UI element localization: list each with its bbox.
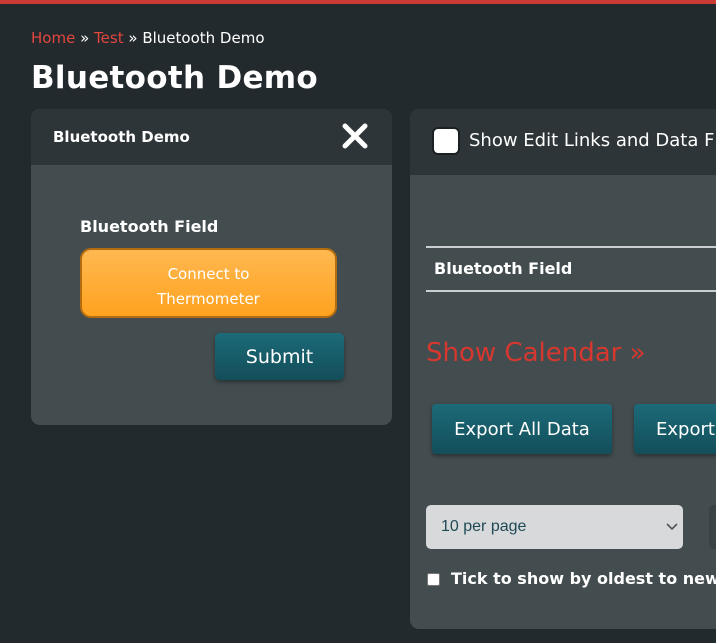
oldest-first-checkbox[interactable]	[427, 573, 440, 586]
breadcrumb-current: Bluetooth Demo	[142, 29, 265, 47]
bluetooth-field-label: Bluetooth Field	[80, 217, 219, 236]
partial-control[interactable]	[709, 505, 716, 549]
breadcrumb: Home » Test » Bluetooth Demo	[31, 29, 265, 47]
table-column-header: Bluetooth Field	[434, 259, 573, 278]
show-edit-links-label[interactable]: Show Edit Links and Data F	[469, 130, 714, 151]
table-header-top-border	[426, 246, 716, 248]
export-button[interactable]: Export	[634, 404, 716, 454]
close-icon[interactable]	[340, 121, 370, 151]
table-header-bottom-border	[426, 290, 716, 292]
page-title: Bluetooth Demo	[31, 60, 318, 96]
chevron-down-icon	[666, 523, 678, 531]
oldest-first-label[interactable]: Tick to show by oldest to newe	[451, 569, 716, 588]
bluetooth-form-panel: Bluetooth Demo Bluetooth Field Connect t…	[31, 109, 392, 425]
top-accent-bar	[0, 0, 716, 4]
form-panel-title: Bluetooth Demo	[53, 128, 190, 146]
show-edit-links-checkbox[interactable]	[432, 127, 460, 155]
breadcrumb-home-link[interactable]: Home	[31, 29, 75, 47]
data-panel-header: Show Edit Links and Data F	[410, 109, 716, 175]
breadcrumb-separator: »	[128, 29, 138, 47]
show-calendar-link[interactable]: Show Calendar »	[426, 338, 646, 368]
connect-button-line2: Thermometer	[157, 289, 260, 308]
breadcrumb-test-link[interactable]: Test	[94, 29, 124, 47]
connect-button-line1: Connect to	[167, 264, 250, 283]
export-all-data-button[interactable]: Export All Data	[432, 404, 612, 454]
per-page-select[interactable]: 10 per page	[426, 505, 683, 549]
form-panel-header: Bluetooth Demo	[31, 109, 392, 165]
connect-thermometer-button[interactable]: Connect to Thermometer	[80, 248, 337, 318]
breadcrumb-separator: »	[80, 29, 90, 47]
submit-button[interactable]: Submit	[215, 333, 344, 380]
data-view-panel: Show Edit Links and Data F Bluetooth Fie…	[410, 109, 716, 629]
